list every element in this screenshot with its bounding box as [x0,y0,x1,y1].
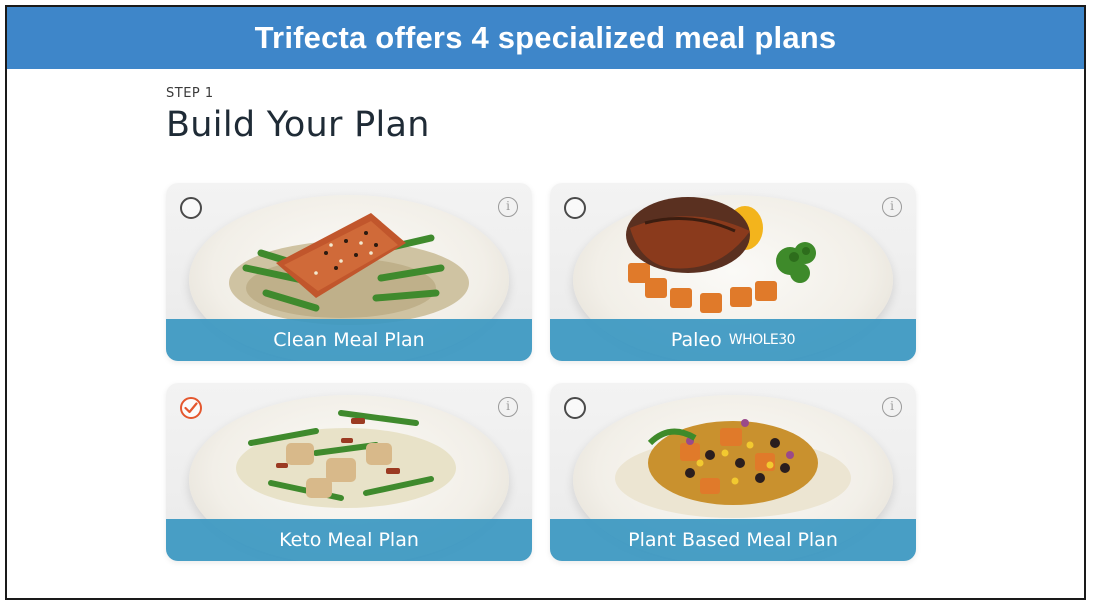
step-label: STEP 1 [166,86,214,101]
info-icon[interactable]: i [498,197,518,217]
radio-icon[interactable] [564,397,586,419]
radio-icon[interactable] [180,197,202,219]
info-icon[interactable]: i [498,397,518,417]
info-icon[interactable]: i [882,197,902,217]
plan-header: STEP 1 Build Your Plan [166,86,430,145]
plan-card-plant-based[interactable]: i Plant Based Meal Plan [550,383,916,561]
check-circle-icon[interactable] [180,397,202,419]
banner-title: Trifecta offers 4 specialized meal plans [7,7,1084,69]
plan-label-bar: Keto Meal Plan [166,519,532,561]
plan-grid: i Clean Meal Plan i Paleo WHOLE30 i Keto… [166,183,917,561]
plan-label: Clean Meal Plan [273,329,425,351]
plan-label: Keto Meal Plan [279,529,419,551]
plan-label: Plant Based Meal Plan [628,529,838,551]
plan-card-paleo[interactable]: i Paleo WHOLE30 [550,183,916,361]
plan-card-keto[interactable]: i Keto Meal Plan [166,383,532,561]
plan-label-bar: Paleo WHOLE30 [550,319,916,361]
plan-card-clean[interactable]: i Clean Meal Plan [166,183,532,361]
plan-label-bar: Plant Based Meal Plan [550,519,916,561]
plan-label: Paleo [670,329,722,351]
whole30-badge: WHOLE30 [728,332,796,348]
plan-label-bar: Clean Meal Plan [166,319,532,361]
info-icon[interactable]: i [882,397,902,417]
radio-icon[interactable] [564,197,586,219]
page-title: Build Your Plan [166,105,430,145]
